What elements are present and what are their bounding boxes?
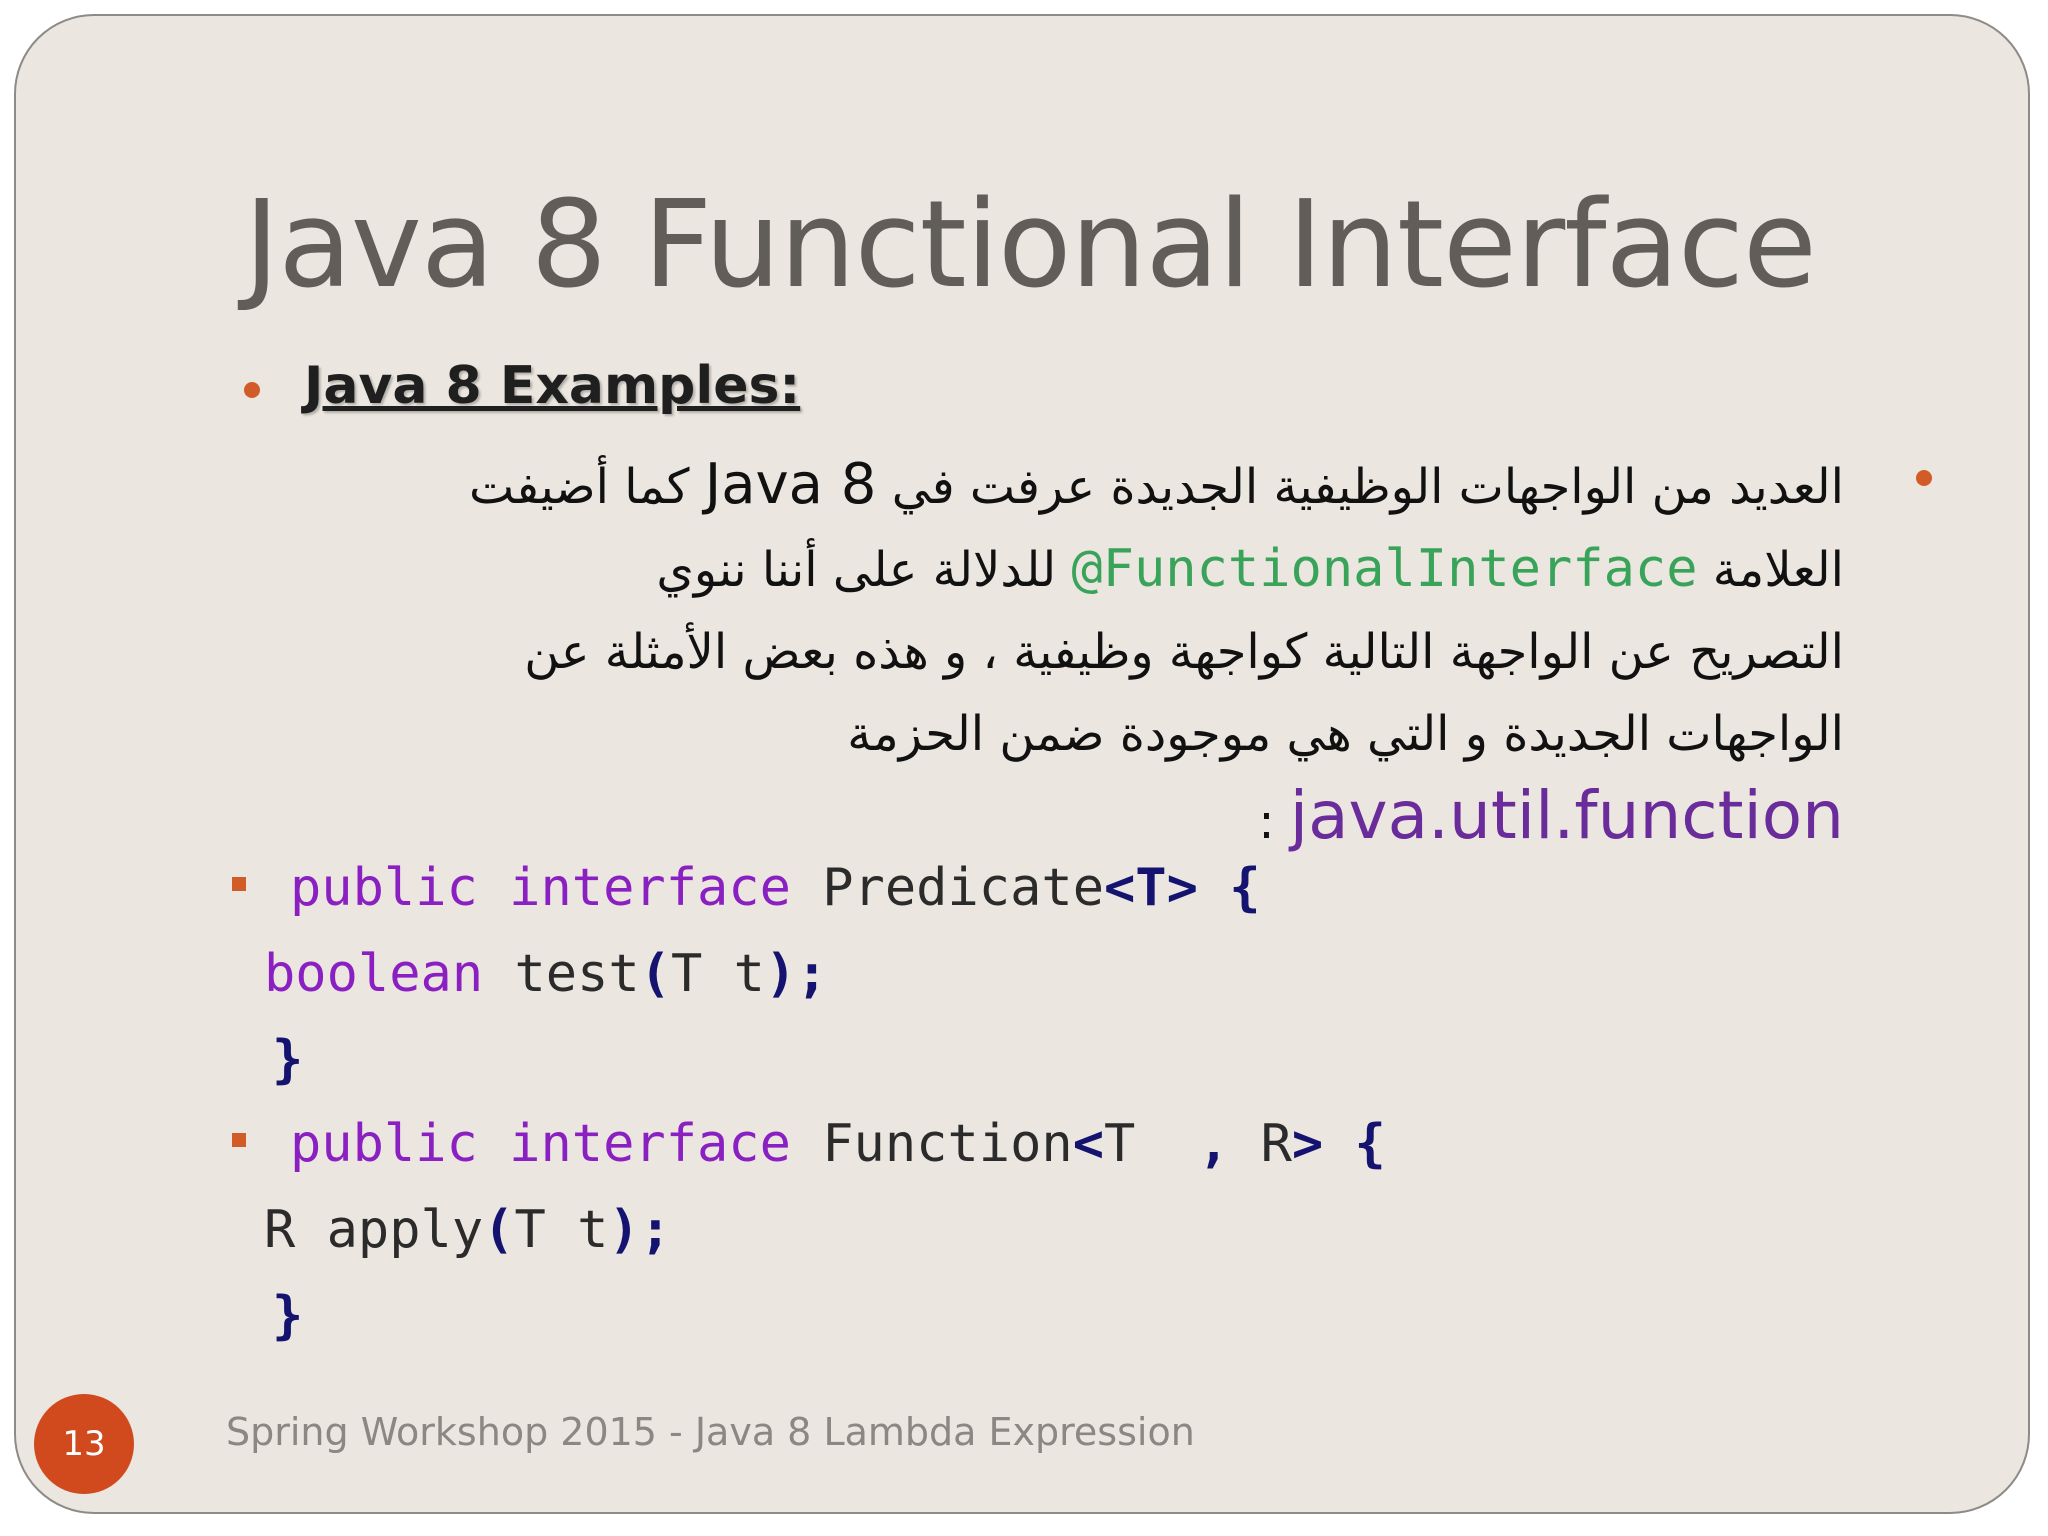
footer-text: Spring Workshop 2015 - Java 8 Lambda Exp… bbox=[226, 1410, 1195, 1454]
page-number-badge: 13 bbox=[34, 1394, 134, 1494]
arabic-line-5: java.util.function : bbox=[1258, 777, 1844, 854]
annotation-text: @FunctionalInterface bbox=[1071, 539, 1698, 599]
arabic-line-1: العديد من الواجهات الوظيفية الجديدة عرفت… bbox=[468, 452, 1844, 517]
square-bullet-icon bbox=[232, 1133, 246, 1147]
slide-title: Java 8 Functional Interface bbox=[244, 176, 1817, 315]
arabic-line-2: العلامة @FunctionalInterface للدلالة على… bbox=[656, 539, 1844, 599]
code-line-apply-method: R apply(T t); bbox=[264, 1200, 672, 1260]
slide: Java 8 Functional Interface Java 8 Examp… bbox=[14, 14, 2030, 1514]
sub-heading: Java 8 Examples: bbox=[304, 356, 801, 416]
code-line-predicate-decl: public interface Predicate<T> { bbox=[290, 858, 1261, 918]
package-name: java.util.function bbox=[1289, 777, 1844, 854]
arabic-paragraph: العديد من الواجهات الوظيفية الجديدة عرفت… bbox=[344, 444, 1844, 863]
bullet-dot-icon bbox=[1916, 470, 1932, 486]
code-line-function-decl: public interface Function<T , R> { bbox=[290, 1114, 1386, 1174]
code-line-close-2: } bbox=[272, 1286, 304, 1346]
code-line-test-method: boolean test(T t); bbox=[264, 944, 828, 1004]
arabic-line-4: الواجهات الجديدة و التي هي موجودة ضمن ال… bbox=[847, 706, 1844, 762]
bullet-dot-icon bbox=[244, 382, 260, 398]
java8-text: Java 8 bbox=[704, 452, 877, 517]
arabic-line-3: التصريح عن الواجهة التالية كواجهة وظيفية… bbox=[524, 624, 1844, 680]
square-bullet-icon bbox=[232, 877, 246, 891]
code-line-close-1: } bbox=[272, 1030, 304, 1090]
